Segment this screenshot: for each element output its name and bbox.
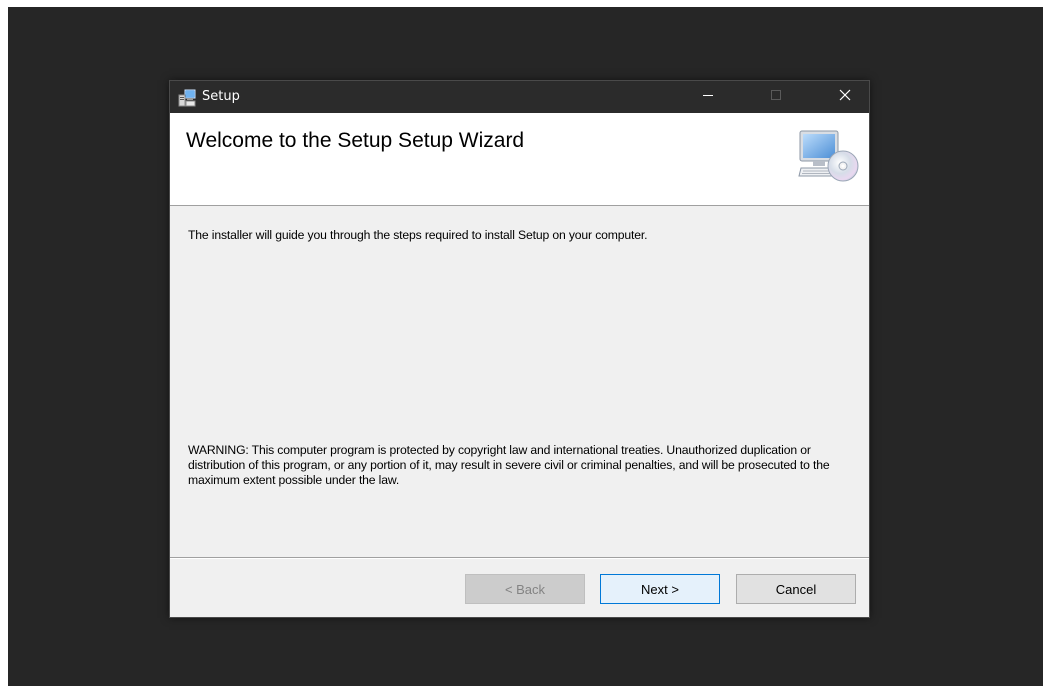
- wizard-title: Welcome to the Setup Setup Wizard: [186, 129, 525, 152]
- intro-text: The installer will guide you through the…: [188, 228, 648, 242]
- window-title: Setup: [202, 89, 240, 104]
- back-button[interactable]: < Back: [465, 574, 585, 604]
- close-icon: [838, 88, 852, 107]
- footer-divider: [170, 557, 869, 559]
- installer-app-icon: [178, 89, 196, 107]
- next-button[interactable]: Next >: [600, 574, 720, 604]
- minimize-icon: [702, 88, 714, 106]
- maximize-icon: [770, 88, 782, 106]
- wizard-header: Welcome to the Setup Setup Wizard: [170, 113, 869, 206]
- title-bar[interactable]: Setup: [170, 81, 869, 113]
- maximize-button: [753, 81, 799, 113]
- minimize-button[interactable]: [685, 81, 731, 113]
- close-button[interactable]: [822, 81, 868, 113]
- copyright-warning-text: WARNING: This computer program is protec…: [188, 443, 830, 487]
- cancel-button[interactable]: Cancel: [736, 574, 856, 604]
- setup-dialog: Setup Welcome to the Setup Setup Wizard: [169, 80, 870, 618]
- computer-cd-icon: [797, 128, 861, 184]
